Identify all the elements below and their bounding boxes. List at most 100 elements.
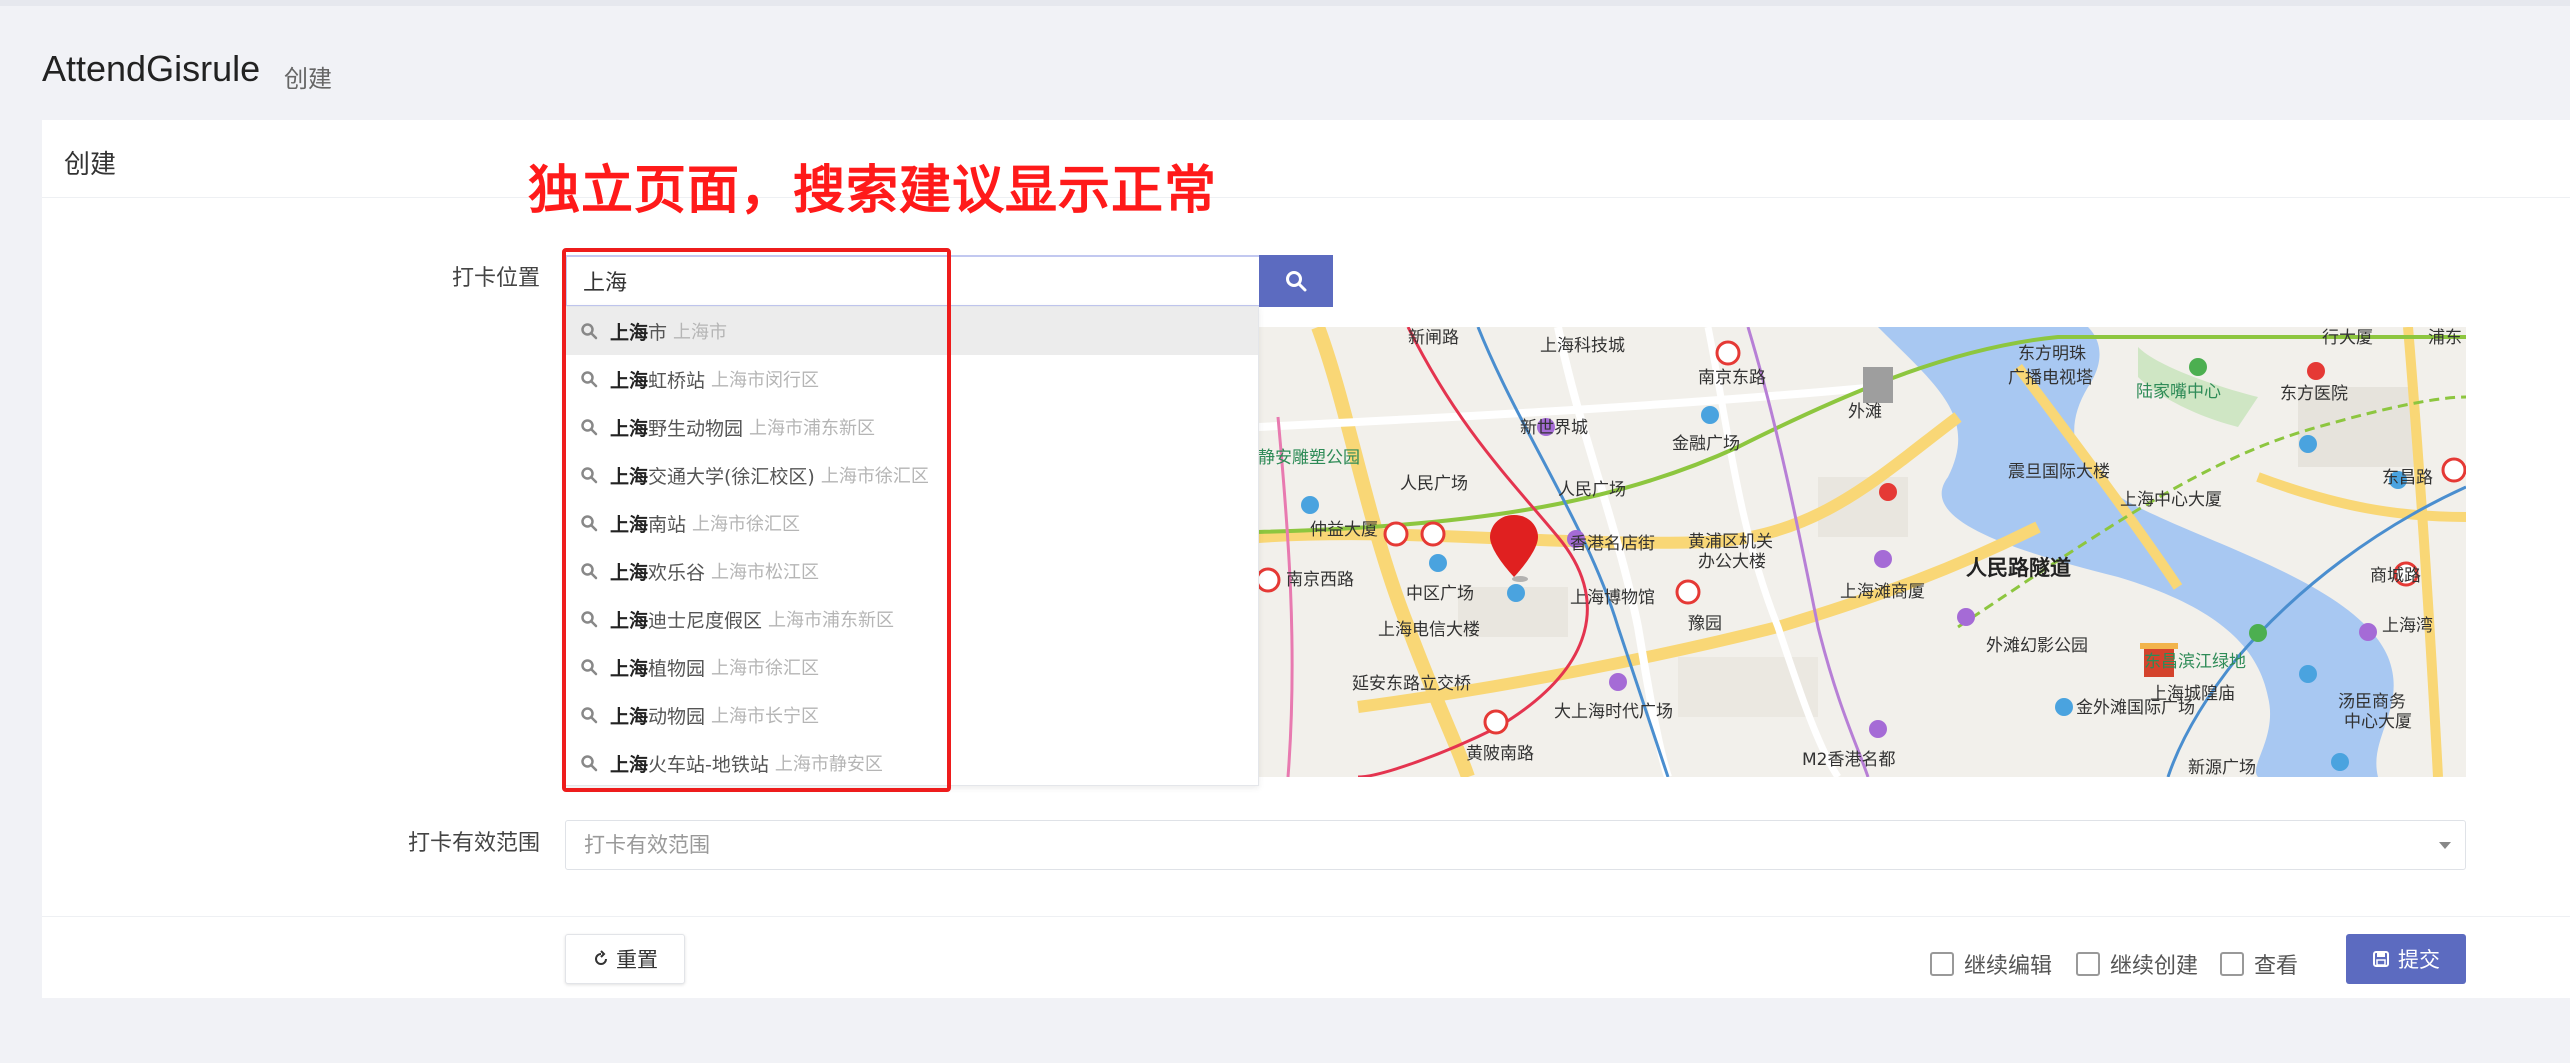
map-label: 上海滩商厦 <box>1840 582 1925 602</box>
checkbox-box[interactable] <box>2220 952 2244 976</box>
map-label: 大上海时代广场 <box>1554 702 1673 722</box>
continue-create-checkbox[interactable]: 继续创建 <box>2076 948 2198 980</box>
reset-button[interactable]: 重置 <box>565 934 685 984</box>
map-label: 上海湾 <box>2382 616 2433 636</box>
suggestion-name: 交通大学(徐汇校区) <box>648 465 815 488</box>
range-label: 打卡有效范围 <box>408 831 541 856</box>
map-label: 黄浦区机关 <box>1688 532 1773 552</box>
map-label: 南京东路 <box>1698 368 1766 388</box>
map-label: 上海博物馆 <box>1570 588 1655 608</box>
suggestion-region: 上海市徐汇区 <box>820 466 929 487</box>
suggestion-region: 上海市浦东新区 <box>768 610 895 631</box>
suggestion-name: 南站 <box>648 513 687 536</box>
suggestion-keyword: 上海 <box>610 753 649 776</box>
refresh-icon <box>595 950 607 965</box>
search-icon <box>581 611 598 628</box>
map-label: 上海电信大楼 <box>1378 620 1480 640</box>
suggestion-region: 上海市徐汇区 <box>692 514 801 535</box>
suggestion-name: 火车站-地铁站 <box>648 753 769 776</box>
footer-divider <box>42 916 2570 917</box>
suggestion-keyword: 上海 <box>610 513 649 536</box>
map-label: M2香港名都 <box>1802 750 1895 770</box>
suggestion-item[interactable]: 上海市上海市 <box>566 307 1258 355</box>
suggestion-item[interactable]: 上海 动物园 上海市长宁区 <box>566 691 1258 739</box>
search-icon <box>581 563 598 580</box>
map-view[interactable]: 新闸路 上海科技城 南京东路 东方明珠 广播电视塔 陆家嘴中心 东方医院 行大厦… <box>1258 327 2466 777</box>
search-icon <box>581 467 598 484</box>
page-subtitle: 创建 <box>284 65 332 93</box>
map-label: 黄陂南路 <box>1466 744 1534 764</box>
suggestion-keyword: 上海 <box>610 321 649 344</box>
submit-label: 提交 <box>2398 948 2440 972</box>
suggestion-region: 上海市徐汇区 <box>711 658 820 679</box>
map-label: 行大厦 <box>2322 328 2373 348</box>
map-label: 静安雕塑公园 <box>1258 448 1360 468</box>
map-label: 办公大楼 <box>1698 552 1766 572</box>
suggestion-item[interactable]: 上海 虹桥站 上海市闵行区 <box>566 355 1258 403</box>
suggestion-keyword: 上海 <box>610 657 649 680</box>
reset-label: 重置 <box>616 948 658 972</box>
map-label: 东方明珠 <box>2018 344 2086 364</box>
suggestion-item[interactable]: 上海 植物园 上海市徐汇区 <box>566 643 1258 691</box>
map-canvas[interactable]: 新闸路 上海科技城 南京东路 东方明珠 广播电视塔 陆家嘴中心 东方医院 行大厦… <box>1258 327 2466 777</box>
map-label: 浦东 <box>2428 328 2462 348</box>
map-label: 新闸路 <box>1408 328 1459 348</box>
suggestion-name: 野生动物园 <box>648 417 744 440</box>
suggestion-region: 上海市松江区 <box>711 562 820 583</box>
chevron-down-icon <box>2439 842 2451 849</box>
card-title: 创建 <box>64 150 117 180</box>
location-search-input[interactable] <box>565 255 1259 307</box>
checkbox-label: 继续编辑 <box>1964 954 2053 979</box>
suggestion-keyword: 上海 <box>610 369 649 392</box>
suggestion-item[interactable]: 上海 火车站-地铁站 上海市静安区 <box>566 739 1258 787</box>
suggestion-item[interactable]: 上海 交通大学(徐汇校区) 上海市徐汇区 <box>566 451 1258 499</box>
checkbox-label: 查看 <box>2254 954 2299 979</box>
submit-button[interactable]: 提交 <box>2346 934 2466 984</box>
suggestion-region: 上海市长宁区 <box>711 706 820 727</box>
card-header: 创建 <box>42 120 2570 198</box>
search-icon <box>581 515 598 532</box>
map-label: 新源广场 <box>2188 758 2256 777</box>
suggestion-name: 虹桥站 <box>648 369 706 392</box>
continue-edit-checkbox[interactable]: 继续编辑 <box>1930 948 2052 980</box>
map-label: 人民路隧道 <box>1966 556 2071 580</box>
suggestion-item[interactable]: 上海 南站 上海市徐汇区 <box>566 499 1258 547</box>
suggestion-item[interactable]: 上海 野生动物园 上海市浦东新区 <box>566 403 1258 451</box>
checkbox-label: 继续创建 <box>2110 954 2199 979</box>
map-label: 人民广场 <box>1558 480 1626 500</box>
suggestion-keyword: 上海 <box>610 609 649 632</box>
range-select[interactable]: 打卡有效范围 <box>565 820 2466 870</box>
suggestion-region: 上海市浦东新区 <box>749 418 876 439</box>
search-icon <box>581 707 598 724</box>
search-button[interactable] <box>1259 255 1333 307</box>
map-label: 新世界城 <box>1520 418 1588 438</box>
location-label: 打卡位置 <box>452 266 541 291</box>
map-label: 陆家嘴中心 <box>2136 382 2221 402</box>
suggestion-region: 上海市静安区 <box>774 754 883 775</box>
checkbox-box[interactable] <box>2076 952 2100 976</box>
map-label: 豫园 <box>1688 614 1722 634</box>
save-icon <box>2373 951 2389 967</box>
page-title: AttendGisrule <box>42 48 261 89</box>
map-label: 南京西路 <box>1286 570 1354 590</box>
search-suggestions: 上海市上海市 上海 虹桥站 上海市闵行区 上海 野生动物园 上海市浦东新区 上海 交通大学(徐汇… <box>565 306 1259 786</box>
map-label: 香港名店街 <box>1570 534 1655 554</box>
suggestion-keyword: 上海 <box>610 705 649 728</box>
suggestion-item[interactable]: 上海 迪士尼度假区 上海市浦东新区 <box>566 595 1258 643</box>
map-label: 东方医院 <box>2280 384 2348 404</box>
search-icon <box>581 755 598 772</box>
annotation-text: 独立页面，搜索建议显示正常 <box>528 161 1218 221</box>
suggestion-item[interactable]: 上海 欢乐谷 上海市松江区 <box>566 547 1258 595</box>
map-label: 外滩 <box>1848 402 1882 422</box>
view-checkbox[interactable]: 查看 <box>2220 948 2298 980</box>
map-label: 上海科技城 <box>1540 336 1625 356</box>
checkbox-box[interactable] <box>1930 952 1954 976</box>
map-label: 东昌滨江绿地 <box>2144 652 2246 672</box>
suggestion-name: 迪士尼度假区 <box>648 609 763 632</box>
search-icon <box>581 323 598 340</box>
suggestion-keyword: 上海 <box>610 417 649 440</box>
map-label: 震旦国际大楼 <box>2008 462 2110 482</box>
map-label: 仲益大厦 <box>1310 520 1378 540</box>
map-label: 汤臣商务 <box>2338 692 2406 712</box>
map-label: 外滩幻影公园 <box>1986 636 2088 656</box>
